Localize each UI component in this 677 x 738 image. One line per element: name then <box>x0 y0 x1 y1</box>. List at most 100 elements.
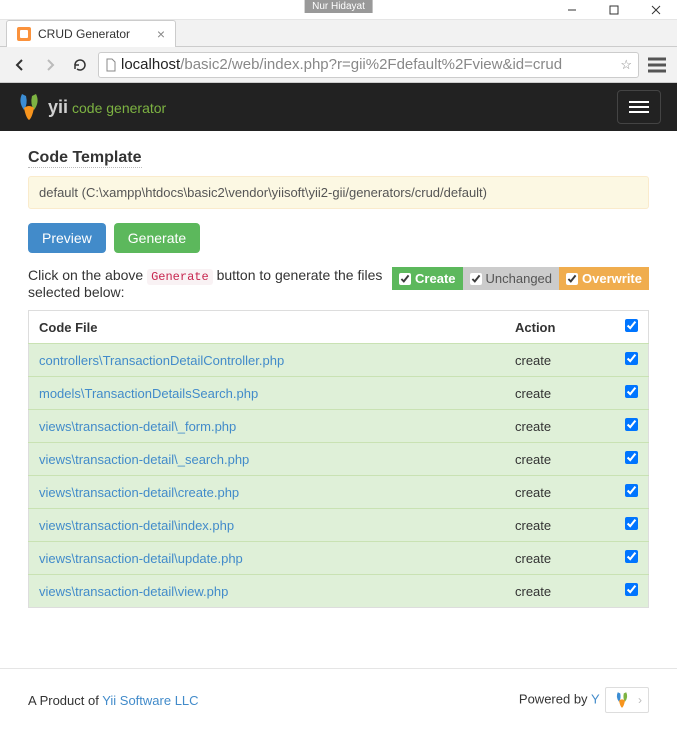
file-cell: views\transaction-detail\update.php <box>29 542 506 575</box>
action-cell: create <box>505 410 615 443</box>
close-button[interactable] <box>635 0 677 20</box>
app-navbar: yii code generator <box>0 83 677 131</box>
yii-logo-icon <box>16 92 42 122</box>
table-row: views\transaction-detail\update.php creat… <box>29 542 649 575</box>
file-cell: views\transaction-detail\create.php <box>29 476 506 509</box>
back-button[interactable] <box>8 53 32 77</box>
file-link[interactable]: views\transaction-detail\_search.php <box>39 452 249 467</box>
check-cell <box>615 542 649 575</box>
page-content: Code Template default (C:\xampp\htdocs\b… <box>0 131 677 628</box>
file-icon <box>105 58 117 72</box>
table-row: views\transaction-detail\create.php creat… <box>29 476 649 509</box>
browser-addressbar: localhost/basic2/web/index.php?r=gii%2Fd… <box>0 47 677 83</box>
action-cell: create <box>505 542 615 575</box>
check-cell <box>615 443 649 476</box>
file-cell: controllers\TransactionDetailController.… <box>29 344 506 377</box>
powered-logo[interactable]: › <box>605 687 649 713</box>
legend-overwrite-checkbox[interactable] <box>566 273 578 285</box>
select-all-checkbox[interactable] <box>625 319 638 332</box>
row-checkbox[interactable] <box>625 484 638 497</box>
user-badge: Nur Hidayat <box>304 0 373 13</box>
navbar-toggle-button[interactable] <box>617 90 661 124</box>
chevron-right-icon: › <box>638 693 642 707</box>
brand-sub: code generator <box>72 100 166 116</box>
brand-logo[interactable]: yii code generator <box>16 92 166 122</box>
check-cell <box>615 344 649 377</box>
browser-tab[interactable]: CRUD Generator × <box>6 20 176 47</box>
template-path-box: default (C:\xampp\htdocs\basic2\vendor\y… <box>28 176 649 209</box>
file-link[interactable]: views\transaction-detail\view.php <box>39 584 228 599</box>
action-cell: create <box>505 377 615 410</box>
file-cell: views\transaction-detail\index.php <box>29 509 506 542</box>
file-link[interactable]: views\transaction-detail\create.php <box>39 485 239 500</box>
file-link[interactable]: models\TransactionDetailsSearch.php <box>39 386 258 401</box>
check-cell <box>615 377 649 410</box>
legend-create[interactable]: Create <box>392 267 462 290</box>
check-cell <box>615 410 649 443</box>
footer: A Product of Yii Software LLC Powered by… <box>0 668 677 731</box>
action-cell: create <box>505 509 615 542</box>
row-checkbox[interactable] <box>625 583 638 596</box>
check-cell <box>615 575 649 608</box>
legend-unchanged[interactable]: Unchanged <box>463 267 560 290</box>
file-link[interactable]: views\transaction-detail\_form.php <box>39 419 236 434</box>
file-cell: models\TransactionDetailsSearch.php <box>29 377 506 410</box>
legend-overwrite[interactable]: Overwrite <box>559 267 649 290</box>
footer-powered: Powered by Y › <box>519 687 649 713</box>
check-cell <box>615 476 649 509</box>
file-link[interactable]: views\transaction-detail\update.php <box>39 551 243 566</box>
table-row: controllers\TransactionDetailController.… <box>29 344 649 377</box>
footer-powered-link[interactable]: Y <box>591 691 599 706</box>
row-checkbox[interactable] <box>625 550 638 563</box>
section-title: Code Template <box>28 149 142 168</box>
row-checkbox[interactable] <box>625 418 638 431</box>
instruction-text: Click on the above Generate button to ge… <box>28 267 382 300</box>
file-link[interactable]: controllers\TransactionDetailController.… <box>39 353 284 368</box>
row-checkbox[interactable] <box>625 517 638 530</box>
file-cell: views\transaction-detail\_form.php <box>29 410 506 443</box>
action-cell: create <box>505 344 615 377</box>
bookmark-star-icon[interactable]: ☆ <box>620 57 632 73</box>
browser-menu-button[interactable] <box>645 53 669 77</box>
legend-unchanged-checkbox[interactable] <box>470 273 482 285</box>
header-check <box>615 311 649 344</box>
browser-tabstrip: CRUD Generator × <box>0 20 677 47</box>
generate-button[interactable]: Generate <box>114 223 200 253</box>
forward-button[interactable] <box>38 53 62 77</box>
table-row: views\transaction-detail\_form.php create <box>29 410 649 443</box>
minimize-button[interactable] <box>551 0 593 20</box>
row-checkbox[interactable] <box>625 352 638 365</box>
footer-product-link[interactable]: Yii Software LLC <box>102 693 198 708</box>
legend: Create Unchanged Overwrite <box>392 267 649 290</box>
reload-button[interactable] <box>68 53 92 77</box>
maximize-button[interactable] <box>593 0 635 20</box>
file-cell: views\transaction-detail\_search.php <box>29 443 506 476</box>
action-cell: create <box>505 476 615 509</box>
table-row: views\transaction-detail\_search.php crea… <box>29 443 649 476</box>
yii-logo-small-icon <box>612 691 632 709</box>
url-input[interactable]: localhost/basic2/web/index.php?r=gii%2Fd… <box>98 52 639 78</box>
row-checkbox[interactable] <box>625 451 638 464</box>
url-text: localhost/basic2/web/index.php?r=gii%2Fd… <box>121 56 562 73</box>
action-cell: create <box>505 575 615 608</box>
action-cell: create <box>505 443 615 476</box>
table-row: views\transaction-detail\view.php create <box>29 575 649 608</box>
preview-button[interactable]: Preview <box>28 223 106 253</box>
file-link[interactable]: views\transaction-detail\index.php <box>39 518 234 533</box>
header-file: Code File <box>29 311 506 344</box>
table-row: views\transaction-detail\index.php create <box>29 509 649 542</box>
window-titlebar: Nur Hidayat <box>0 0 677 20</box>
file-cell: views\transaction-detail\view.php <box>29 575 506 608</box>
close-icon[interactable]: × <box>157 26 165 42</box>
tab-favicon-icon <box>17 27 31 41</box>
header-action: Action <box>505 311 615 344</box>
check-cell <box>615 509 649 542</box>
files-table: Code File Action controllers\Transaction… <box>28 310 649 608</box>
table-row: models\TransactionDetailsSearch.php creat… <box>29 377 649 410</box>
brand-main: yii <box>48 97 68 118</box>
row-checkbox[interactable] <box>625 385 638 398</box>
tab-title: CRUD Generator <box>38 27 130 41</box>
legend-create-checkbox[interactable] <box>399 273 411 285</box>
footer-product: A Product of Yii Software LLC <box>28 693 199 708</box>
generate-code-label: Generate <box>147 269 213 285</box>
